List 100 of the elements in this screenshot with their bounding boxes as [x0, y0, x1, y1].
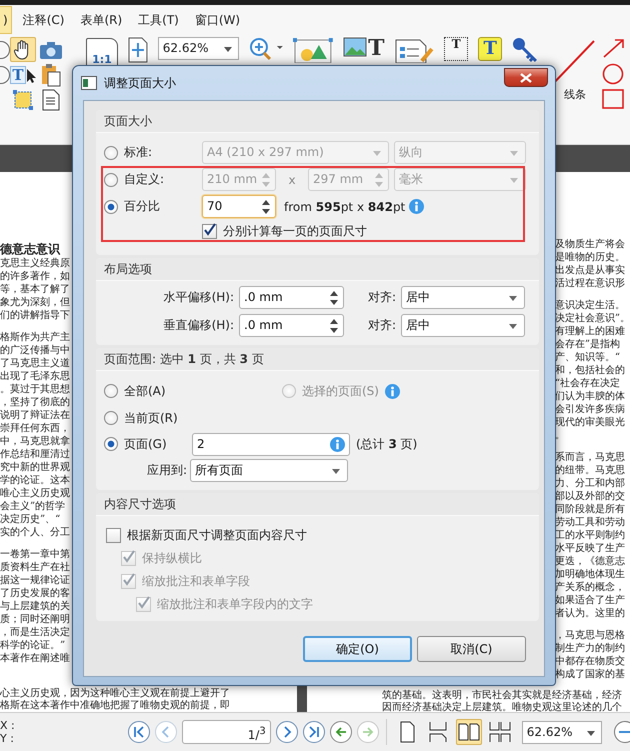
percent-spinbox[interactable]: 70 [202, 195, 276, 218]
radio-button[interactable] [104, 200, 118, 214]
option-label: 页面(G) [124, 436, 167, 452]
page-text-line: 因而经济基础决定上层建筑。唯物史观这里论述的几个 [382, 702, 622, 714]
page-text-line: 会存在”是指构 [554, 338, 620, 351]
page-text-line: ，马克思与恩格 [554, 629, 625, 642]
offset-spinbox[interactable]: .0 mm [239, 314, 344, 336]
page-number-field[interactable]: 1/$^{3}$ [182, 720, 271, 744]
checkbox[interactable] [202, 224, 217, 238]
arrow-left-icon[interactable] [334, 726, 347, 738]
page-text-line: 决定历史”、“ [0, 513, 60, 526]
align-select[interactable]: 居中 [401, 286, 525, 308]
selection-box-icon[interactable] [10, 87, 36, 112]
page-text-line: 。莫过于其思想 [0, 383, 70, 396]
zoom-out-icon[interactable] [612, 720, 630, 744]
caret-icon[interactable] [224, 47, 232, 52]
form-list-icon[interactable] [394, 37, 434, 63]
menu-item[interactable]: 注释(C) [16, 7, 72, 33]
page-text-line: 筑的基础。这表明，市民社会其实就是经济基础，经济 [382, 690, 622, 702]
checkbox-label: 分别计算每一页的页面尺寸 [223, 222, 367, 240]
next-page-button[interactable] [276, 721, 298, 743]
spin-arrows-icon[interactable] [330, 290, 338, 304]
caret-icon[interactable] [586, 730, 595, 736]
page-text-line: 工的水平则制约 [554, 529, 625, 542]
page-text-line: 是唯物的历史。 [554, 251, 625, 264]
key-icon[interactable] [512, 37, 538, 63]
radio-button[interactable] [104, 437, 118, 451]
page-text-line: 产关系的概念， [554, 581, 625, 594]
checkbox-label: 缩放批注和表单字段 [142, 573, 250, 590]
page-text-line: 产、知识等。“ [554, 351, 620, 364]
caret-icon[interactable] [509, 324, 517, 328]
page-text-line: 本著作在阐述唯 [0, 652, 70, 665]
offset-label: 垂直偏移(H): [162, 316, 235, 334]
offset-spinbox[interactable]: .0 mm [239, 286, 344, 308]
page-text-line: 的许多著作，如 [0, 270, 70, 283]
menu-item[interactable]: 工具(T) [131, 7, 186, 33]
align-select[interactable]: 居中 [401, 314, 525, 336]
page-text-line: 了马克思主义道 [0, 357, 70, 370]
group-heading: 布局选项 [104, 262, 152, 276]
last-page-icon[interactable] [308, 726, 320, 738]
zoom-combo[interactable]: 62.62% [522, 720, 602, 744]
first-page-icon[interactable] [132, 726, 145, 738]
typewriter-icon[interactable]: T [478, 37, 502, 61]
back-button[interactable] [330, 721, 352, 743]
menu-item[interactable]: ) [0, 6, 12, 34]
ellipse-tool-icon[interactable] [602, 63, 624, 85]
pages-field[interactable]: 2 [192, 432, 350, 456]
spin-arrows-icon[interactable] [330, 318, 338, 332]
arrow-tool-icon[interactable] [602, 37, 626, 59]
page-text-line: 的广泛传播与中 [0, 344, 70, 357]
text-field-icon[interactable]: T [444, 37, 468, 61]
window-title: 调整页面大小 [104, 74, 176, 92]
option-label: 标准: [124, 144, 152, 161]
radio-button[interactable] [104, 384, 118, 398]
zoom-combo[interactable]: 62.62% [158, 37, 240, 60]
page-text-line: 会引发许多疾病 [554, 403, 625, 416]
apply-to-label: 应用到: [146, 462, 188, 478]
page-text-line: 格斯在这本著作中准确地把握了唯物史观的前提，即 [0, 700, 230, 712]
page-text-line: 克思主义经典原 [0, 257, 70, 270]
dialog-button[interactable]: 确定(O) [303, 636, 412, 662]
close-icon[interactable] [520, 72, 532, 82]
page-text-line: 格斯作为共产主 [0, 331, 70, 344]
page-text-line: 更迭，《德意志 [554, 555, 625, 568]
radio-button[interactable] [104, 411, 118, 425]
rectangle-tool-icon[interactable] [602, 89, 624, 109]
times-sign: x [287, 172, 297, 186]
radio-button[interactable] [104, 172, 118, 186]
page-text-line: 崇拜任何东西， [0, 422, 70, 435]
page-text-line: 决定社会意识”。 [554, 312, 630, 325]
option-label: 全部(A) [124, 382, 166, 400]
option-label: 当前页(R) [124, 410, 178, 426]
page-text-line: 质；同时还阐明 [0, 613, 70, 626]
menu-item[interactable]: 窗口(W) [188, 7, 248, 33]
coordinate-label: X : [0, 719, 15, 732]
close-button[interactable] [504, 68, 548, 87]
caret-icon[interactable] [332, 468, 340, 474]
page-text-line: 劳动工具和劳动 [554, 516, 625, 529]
page-text-line: 系而言，马克思 [554, 451, 625, 464]
checkbox[interactable] [106, 528, 121, 543]
apply-to-select[interactable]: 所有页面 [190, 458, 348, 482]
radio-button[interactable] [104, 146, 118, 160]
dialog-button[interactable]: 取消(C) [417, 636, 526, 662]
page-text-line: 者认为。这里的 [554, 607, 625, 620]
page-text-line: 唯心主义历史观 [0, 487, 70, 500]
hand-tool-icon[interactable] [10, 37, 36, 62]
menu-item[interactable]: 表单(R) [73, 7, 130, 33]
page-text-line: 了历史发展的客 [0, 587, 70, 600]
page-text-line: 与上层建筑的关 [0, 600, 70, 613]
page-text-line: 作总结和厘清过 [0, 448, 70, 461]
actual-size-button[interactable]: 1:1 [86, 38, 118, 66]
shapes-icon[interactable] [293, 37, 334, 63]
fit-page-icon[interactable] [128, 37, 148, 63]
coordinate-label: Y : [0, 732, 14, 745]
zoom-in-icon[interactable] [249, 37, 284, 63]
first-page-button[interactable] [128, 721, 150, 743]
page-text-line: 力、分工和内部 [554, 477, 625, 490]
spin-arrows-icon[interactable] [262, 200, 270, 214]
last-page-button[interactable] [302, 721, 325, 743]
align-label: 对齐: [368, 288, 398, 306]
caret-icon[interactable] [509, 296, 517, 300]
